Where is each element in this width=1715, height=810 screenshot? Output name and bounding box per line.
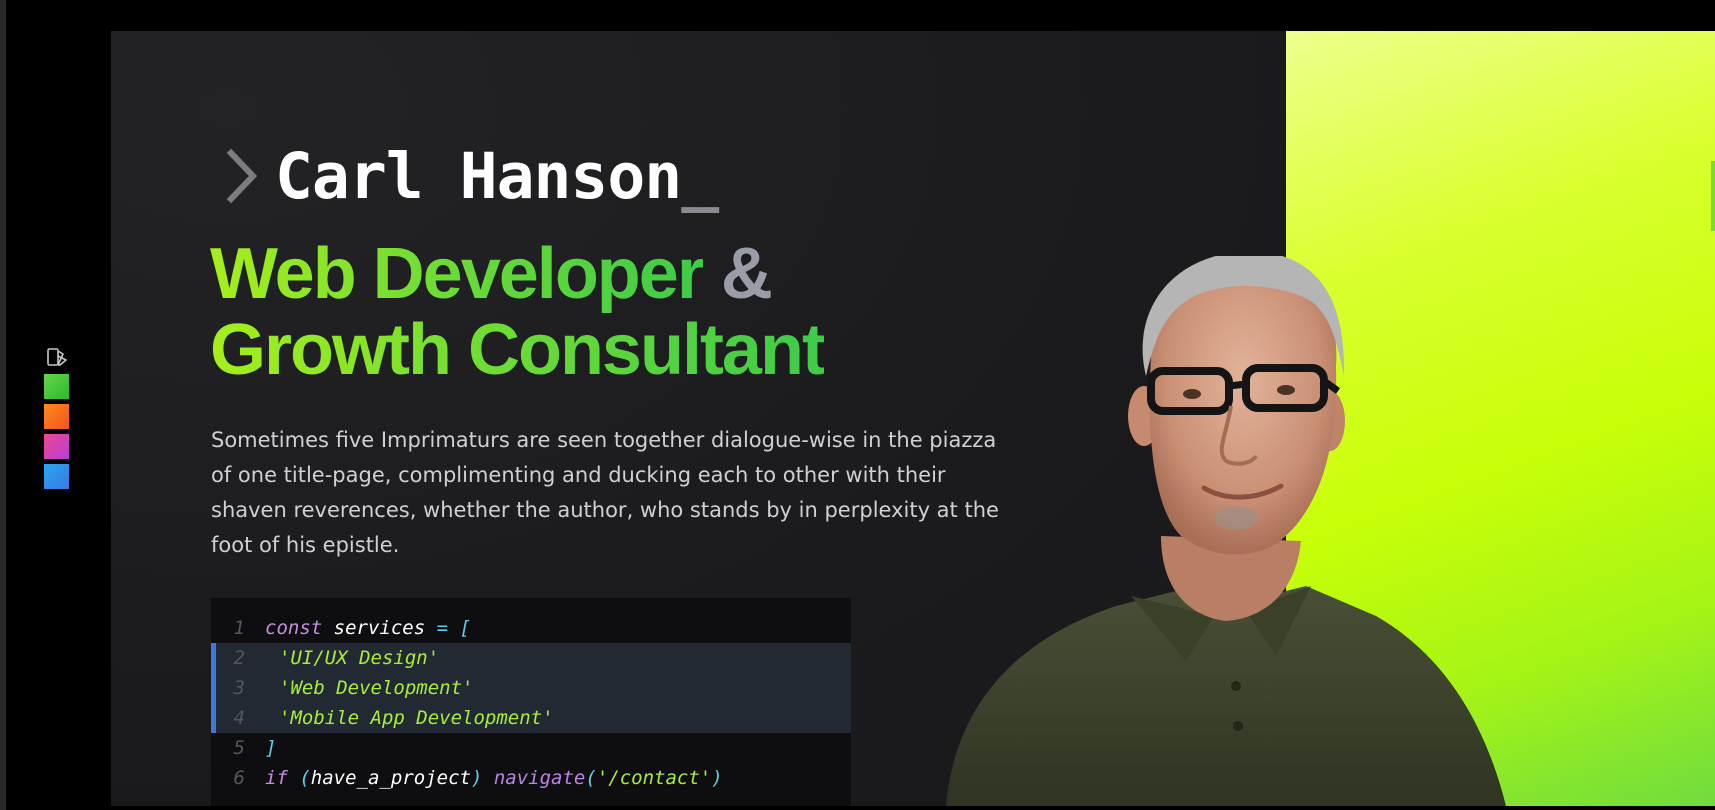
code-paren: ) — [711, 767, 723, 789]
theme-swatch-pink[interactable] — [44, 434, 69, 459]
code-paren: ( — [299, 767, 311, 789]
code-paren: ) — [470, 767, 483, 789]
window-edge — [0, 0, 6, 810]
code-operator: = [ — [436, 617, 471, 639]
palette-icon[interactable] — [46, 346, 68, 368]
code-identifier: have_a_project — [310, 767, 471, 789]
code-line-highlighted: 4 'Mobile App Development' — [211, 703, 851, 733]
line-number: 1 — [233, 617, 245, 639]
portrait-photo — [946, 256, 1506, 806]
code-string: 'UI/UX Design' — [279, 647, 440, 669]
line-number: 6 — [233, 767, 245, 789]
code-function: navigate — [493, 767, 586, 789]
code-string: 'Mobile App Development' — [279, 707, 554, 729]
code-snippet: 1 const services = [ 2 'UI/UX Design' 3 … — [211, 598, 851, 806]
code-line: 6 if (have_a_project) navigate('/contact… — [211, 763, 851, 793]
theme-swatch-blue[interactable] — [44, 464, 69, 489]
line-number: 3 — [233, 677, 245, 699]
headline-role-2: Growth Consultant — [210, 310, 826, 390]
theme-swatch-green[interactable] — [44, 374, 69, 399]
hero-section: Carl Hanson _ Web Developer & Growth Cons… — [111, 31, 1715, 806]
code-operator: ] — [265, 737, 277, 759]
code-string: '/contact' — [596, 767, 712, 789]
code-keyword: if — [265, 767, 288, 789]
headline-ampersand: & — [720, 234, 773, 314]
code-string: 'Web Development' — [279, 677, 474, 699]
code-line-highlighted: 2 'UI/UX Design' — [211, 643, 851, 673]
code-paren: ( — [585, 767, 597, 789]
code-line-highlighted: 3 'Web Development' — [211, 673, 851, 703]
name-heading: Carl Hanson _ — [223, 131, 719, 221]
headline: Web Developer & Growth Consultant — [210, 234, 826, 390]
theme-swatch-orange[interactable] — [44, 404, 69, 429]
code-line: 5 ] — [211, 733, 851, 763]
chevron-right-icon — [226, 148, 258, 204]
terminal-cursor: _ — [681, 139, 720, 213]
code-identifier: services — [333, 617, 426, 639]
line-number: 4 — [233, 707, 245, 729]
code-keyword: const — [265, 617, 323, 639]
accent-edge — [1711, 161, 1715, 231]
headline-role: Web Developer — [210, 234, 705, 314]
hero-description: Sometimes five Imprimaturs are seen toge… — [211, 428, 999, 557]
theme-switcher — [44, 346, 70, 494]
line-number: 2 — [233, 647, 245, 669]
line-number: 5 — [233, 737, 245, 759]
developer-name: Carl Hanson — [275, 139, 682, 213]
code-line: 1 const services = [ — [211, 613, 851, 643]
